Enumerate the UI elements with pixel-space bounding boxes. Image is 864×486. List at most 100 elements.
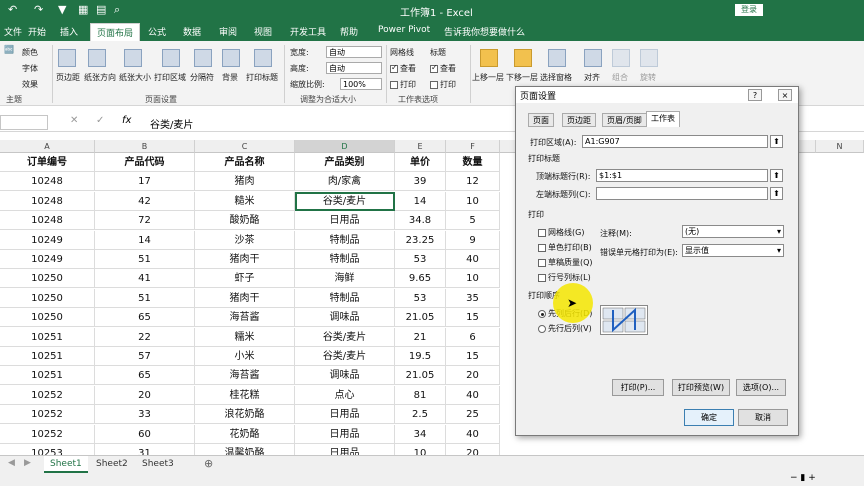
sheet-tab-3[interactable]: Sheet3 <box>136 456 180 473</box>
table-cell[interactable]: 桂花糕 <box>195 385 295 405</box>
table-cell[interactable]: 10249 <box>0 250 95 269</box>
undo-icon[interactable]: ↶ <box>8 3 17 16</box>
column-header[interactable]: N <box>816 140 864 153</box>
breaks-button[interactable]: 分隔符 <box>190 72 214 83</box>
table-cell[interactable]: 肉/家禽 <box>295 172 395 192</box>
size-icon[interactable] <box>124 49 142 67</box>
table-cell[interactable]: 5 <box>446 211 500 231</box>
table-cell[interactable]: 日用品 <box>295 405 395 425</box>
print-titles-button[interactable]: 打印标题 <box>246 72 278 83</box>
redo-icon[interactable]: ↷ <box>34 3 43 16</box>
height-select[interactable]: 自动 <box>326 62 382 74</box>
filter-icon[interactable]: ▼ <box>58 3 66 16</box>
print-area-button[interactable]: 打印区域 <box>154 72 186 83</box>
name-box[interactable] <box>0 115 48 130</box>
gridlines-print[interactable]: 打印 <box>390 79 416 90</box>
table-cell[interactable]: 15 <box>446 347 500 366</box>
print-preview-button[interactable]: 打印预览(W) <box>672 379 730 396</box>
table-cell[interactable]: 10250 <box>0 308 95 328</box>
table-cell[interactable]: 14 <box>395 191 446 211</box>
table-cell[interactable]: 调味品 <box>295 308 395 328</box>
tab-developer[interactable]: 开发工具 <box>290 25 326 38</box>
tab-review[interactable]: 审阅 <box>219 25 237 38</box>
table-cell[interactable]: 调味品 <box>295 366 395 386</box>
tab-sheet[interactable]: 工作表 <box>646 111 680 127</box>
table-cell[interactable]: 19.5 <box>395 347 446 366</box>
headings-checkbox[interactable]: 行号列标(L) <box>538 272 591 283</box>
table-cell[interactable]: 34.8 <box>395 211 446 231</box>
table-cell[interactable]: 小米 <box>195 347 295 366</box>
tab-data[interactable]: 数据 <box>183 25 201 38</box>
margins-button[interactable]: 页边距 <box>56 72 80 83</box>
table-cell[interactable]: 10250 <box>0 269 95 289</box>
group-button[interactable]: 组合 <box>612 72 628 83</box>
order-over-radio[interactable]: 先行后列(V) <box>538 323 592 334</box>
table-cell[interactable]: 51 <box>95 250 195 269</box>
table-cell[interactable]: 21 <box>395 327 446 347</box>
table-cell[interactable]: 15 <box>446 308 500 328</box>
effects-button[interactable]: 效果 <box>22 79 38 90</box>
table-cell[interactable]: 10248 <box>0 211 95 231</box>
enter-icon[interactable]: ✓ <box>96 115 104 126</box>
table-cell[interactable]: 日用品 <box>295 211 395 231</box>
print-area-collapse-icon[interactable]: ⬆ <box>770 135 783 148</box>
table-cell[interactable]: 34 <box>395 424 446 444</box>
rotate-button[interactable]: 旋转 <box>640 72 656 83</box>
table-cell[interactable]: 谷类/麦片 <box>295 327 395 347</box>
header-cell[interactable]: 产品类别 <box>295 153 395 172</box>
align-icon[interactable] <box>584 49 602 67</box>
table-cell[interactable]: 海苔酱 <box>195 366 295 386</box>
table-cell[interactable]: 猪肉干 <box>195 288 295 308</box>
prev-sheet-icon[interactable]: ◀ <box>8 458 15 468</box>
zoom-slider[interactable]: − ▮ + <box>790 473 816 483</box>
table-cell[interactable]: 猪肉干 <box>195 250 295 269</box>
table-cell[interactable]: 25 <box>446 405 500 425</box>
header-cell[interactable]: 数量 <box>446 153 500 172</box>
table-cell[interactable]: 10252 <box>0 385 95 405</box>
table-cell[interactable]: 花奶酪 <box>195 424 295 444</box>
themes-icon[interactable]: 🔤 <box>4 45 14 54</box>
table-cell[interactable]: 41 <box>95 269 195 289</box>
header-cell[interactable]: 单价 <box>395 153 446 172</box>
table-cell[interactable]: 20 <box>446 366 500 386</box>
background-icon[interactable] <box>222 49 240 67</box>
bring-forward-button[interactable]: 上移一层 <box>472 72 504 83</box>
rotate-icon[interactable] <box>640 49 658 67</box>
bring-forward-icon[interactable] <box>480 49 498 67</box>
table-cell[interactable]: 14 <box>95 230 195 250</box>
column-header[interactable]: C <box>195 140 295 153</box>
cols-repeat-collapse-icon[interactable]: ⬆ <box>770 187 783 200</box>
table-cell[interactable]: 沙茶 <box>195 230 295 250</box>
size-button[interactable]: 纸张大小 <box>119 72 151 83</box>
table-cell[interactable]: 特制品 <box>295 230 395 250</box>
table-cell[interactable]: 72 <box>95 211 195 231</box>
margins-icon[interactable] <box>58 49 76 67</box>
table-cell[interactable]: 2.5 <box>395 405 446 425</box>
table-cell[interactable]: 33 <box>95 405 195 425</box>
group-icon[interactable] <box>612 49 630 67</box>
print-titles-icon[interactable] <box>254 49 272 67</box>
sheet-tab-1[interactable]: Sheet1 <box>44 456 88 473</box>
colors-button[interactable]: 颜色 <box>22 47 38 58</box>
tab-insert[interactable]: 插入 <box>60 25 78 38</box>
table-cell[interactable]: 浪花奶酪 <box>195 405 295 425</box>
table-cell[interactable]: 81 <box>395 385 446 405</box>
table-cell[interactable]: 65 <box>95 308 195 328</box>
tab-view[interactable]: 视图 <box>254 25 272 38</box>
table-cell[interactable]: 10248 <box>0 191 95 211</box>
table-cell[interactable]: 65 <box>95 366 195 386</box>
fonts-button[interactable]: 字体 <box>22 63 38 74</box>
send-backward-icon[interactable] <box>514 49 532 67</box>
table-cell[interactable]: 9.65 <box>395 269 446 289</box>
headings-print[interactable]: 打印 <box>430 79 456 90</box>
orientation-button[interactable]: 纸张方向 <box>84 72 116 83</box>
send-backward-button[interactable]: 下移一层 <box>506 72 538 83</box>
tell-me-search[interactable]: 告诉我你想要做什么 <box>444 25 525 38</box>
column-header[interactable]: D <box>295 140 395 153</box>
table-cell[interactable]: 谷类/麦片 <box>295 347 395 366</box>
column-header[interactable]: F <box>446 140 500 153</box>
table-cell[interactable]: 10 <box>446 269 500 289</box>
draft-checkbox[interactable]: 草稿质量(Q) <box>538 257 593 268</box>
table-cell[interactable]: 点心 <box>295 385 395 405</box>
table-cell[interactable]: 40 <box>446 250 500 269</box>
